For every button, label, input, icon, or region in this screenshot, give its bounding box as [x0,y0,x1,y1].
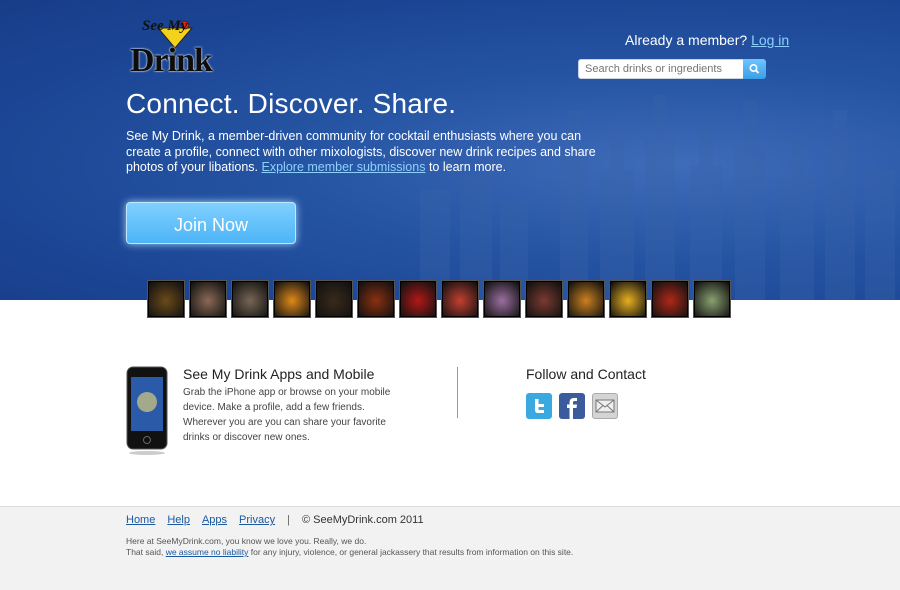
drink-thumbnail[interactable] [567,280,605,318]
drink-photo [653,282,687,316]
drink-thumbnail[interactable] [693,280,731,318]
footer-separator: | [287,514,290,526]
member-prompt: Already a member? [625,32,748,48]
drink-photo [611,282,645,316]
legal-line-2: That said, we assume no liability for an… [126,547,573,558]
hero-headline: Connect. Discover. Share. [126,88,457,119]
join-now-button[interactable]: Join Now [126,202,296,244]
site-logo[interactable]: See My Drink [128,18,214,84]
hero-intro: See My Drink, a member-driven community … [126,129,606,176]
apps-description: Grab the iPhone app or browse on your mo… [183,387,391,443]
explore-submissions-link[interactable]: Explore member submissions [262,160,426,174]
drink-thumbnail[interactable] [399,280,437,318]
hero-banner: See My Drink Already a member? Log in Co… [0,0,900,300]
liability-link[interactable]: we assume no liability [166,547,249,557]
drink-thumbnail[interactable] [273,280,311,318]
drink-thumbnail[interactable] [483,280,521,318]
facebook-icon [567,398,577,419]
search-icon [749,64,760,74]
drink-thumbnail[interactable] [651,280,689,318]
logo-drink-text: Drink [130,42,213,79]
apps-title: See My Drink Apps and Mobile [183,366,375,382]
drink-thumbnail[interactable] [525,280,563,318]
mail-button[interactable] [592,393,618,419]
search-button[interactable] [743,59,766,79]
drink-photo [527,282,561,316]
drink-thumbnail[interactable] [609,280,647,318]
drink-thumbnails [147,280,731,320]
search-input[interactable] [578,59,743,79]
footer-link-home[interactable]: Home [126,514,155,526]
follow-title: Follow and Contact [526,366,646,382]
footer-link-privacy[interactable]: Privacy [239,514,275,526]
legal-text: Here at SeeMyDrink.com, you know we love… [126,536,573,558]
mail-icon [595,399,615,413]
facebook-button[interactable] [559,393,585,419]
drink-photo [275,282,309,316]
drink-photo [569,282,603,316]
drink-photo [359,282,393,316]
drink-photo [149,282,183,316]
search-bar [578,59,766,79]
legal-prefix: That said, [126,547,164,557]
drink-thumbnail[interactable] [231,280,269,318]
drink-thumbnail[interactable] [147,280,185,318]
twitter-button[interactable] [526,393,552,419]
legal-suffix: for any injury, violence, or general jac… [250,547,574,557]
drink-photo [233,282,267,316]
logo-see-text: See My [142,18,188,34]
member-login: Already a member? Log in [625,32,789,48]
drink-photo [695,282,729,316]
footer-link-help[interactable]: Help [167,514,190,526]
drink-photo [485,282,519,316]
drink-thumbnail[interactable] [189,280,227,318]
legal-line-1: Here at SeeMyDrink.com, you know we love… [126,536,367,546]
copyright: © SeeMyDrink.com 2011 [301,514,424,526]
section-divider [457,367,458,418]
drink-photo [317,282,351,316]
footer-link-apps[interactable]: Apps [202,514,227,526]
login-link[interactable]: Log in [751,32,789,48]
drink-photo [443,282,477,316]
drink-photo [191,282,225,316]
iphone-image[interactable] [126,366,168,456]
twitter-icon [535,399,544,413]
drink-thumbnail[interactable] [357,280,395,318]
drink-thumbnail[interactable] [441,280,479,318]
drink-photo [401,282,435,316]
footer-links: Home Help Apps Privacy | © SeeMyDrink.co… [126,514,424,526]
intro-suffix: to learn more. [428,160,507,174]
drink-thumbnail[interactable] [315,280,353,318]
iphone-icon [126,366,168,455]
